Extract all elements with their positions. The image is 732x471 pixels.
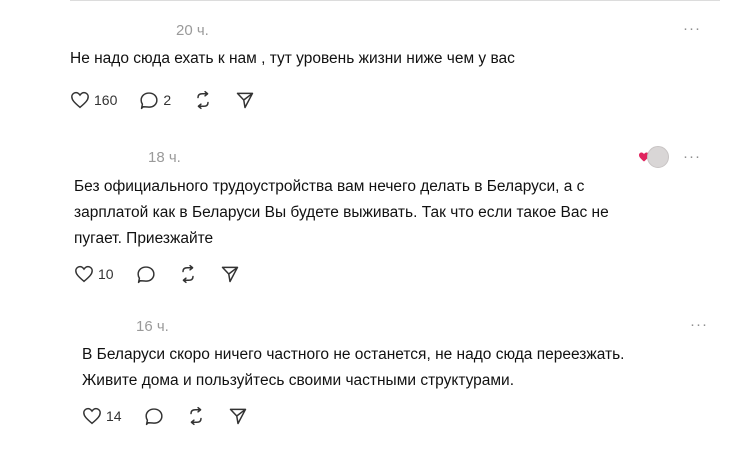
reply-button[interactable]: 2: [139, 91, 171, 110]
post-text: В Беларуси скоро ничего частного не оста…: [82, 346, 625, 389]
post-time: 16 ч.: [136, 318, 169, 335]
share-button[interactable]: [220, 264, 240, 284]
like-button[interactable]: 10: [74, 265, 114, 283]
like-count: 14: [106, 408, 122, 424]
like-button[interactable]: 160: [70, 91, 117, 109]
comment-icon: [136, 265, 155, 283]
send-icon: [236, 92, 254, 109]
liked-by-avatars: [638, 146, 669, 168]
post-3: 16 ч. ··· В Беларуси скоро ничего частно…: [0, 308, 732, 458]
avatar[interactable]: [647, 146, 669, 168]
post-text: Не надо сюда ехать к нам , тут уровень ж…: [70, 50, 515, 67]
comment-icon: [144, 407, 163, 425]
send-icon: [229, 408, 246, 425]
repost-button[interactable]: [178, 264, 198, 284]
reply-count: 2: [163, 92, 172, 108]
post-2: 18 ч. ··· Без официального трудоустройст…: [0, 140, 732, 290]
heart-icon: [83, 407, 101, 425]
repost-button[interactable]: [193, 90, 213, 110]
repost-icon: [181, 264, 194, 284]
send-icon: [221, 266, 238, 283]
post-actions: 160 2: [70, 90, 277, 110]
share-button[interactable]: [235, 90, 255, 110]
heart-icon: [71, 91, 89, 109]
post-actions: 10: [74, 264, 262, 284]
repost-icon: [189, 406, 202, 426]
like-count: 10: [98, 266, 114, 282]
post-1: 20 ч. ··· Не надо сюда ехать к нам , тут…: [0, 0, 732, 150]
like-count: 160: [94, 92, 118, 108]
like-button[interactable]: 14: [82, 407, 122, 425]
post-text: Без официального трудоустройства вам неч…: [74, 178, 609, 247]
more-options-button[interactable]: ···: [683, 20, 701, 37]
comment-icon: [140, 91, 158, 109]
post-time: 18 ч.: [148, 149, 181, 166]
reply-button[interactable]: [136, 265, 156, 284]
repost-button[interactable]: [186, 406, 206, 426]
more-options-button[interactable]: ···: [690, 316, 708, 333]
more-options-button[interactable]: ···: [683, 148, 701, 165]
reply-button[interactable]: [144, 407, 164, 426]
share-button[interactable]: [228, 406, 248, 426]
heart-icon: [75, 265, 93, 283]
repost-icon: [197, 90, 209, 110]
post-actions: 14: [82, 406, 270, 426]
post-time: 20 ч.: [176, 22, 209, 39]
